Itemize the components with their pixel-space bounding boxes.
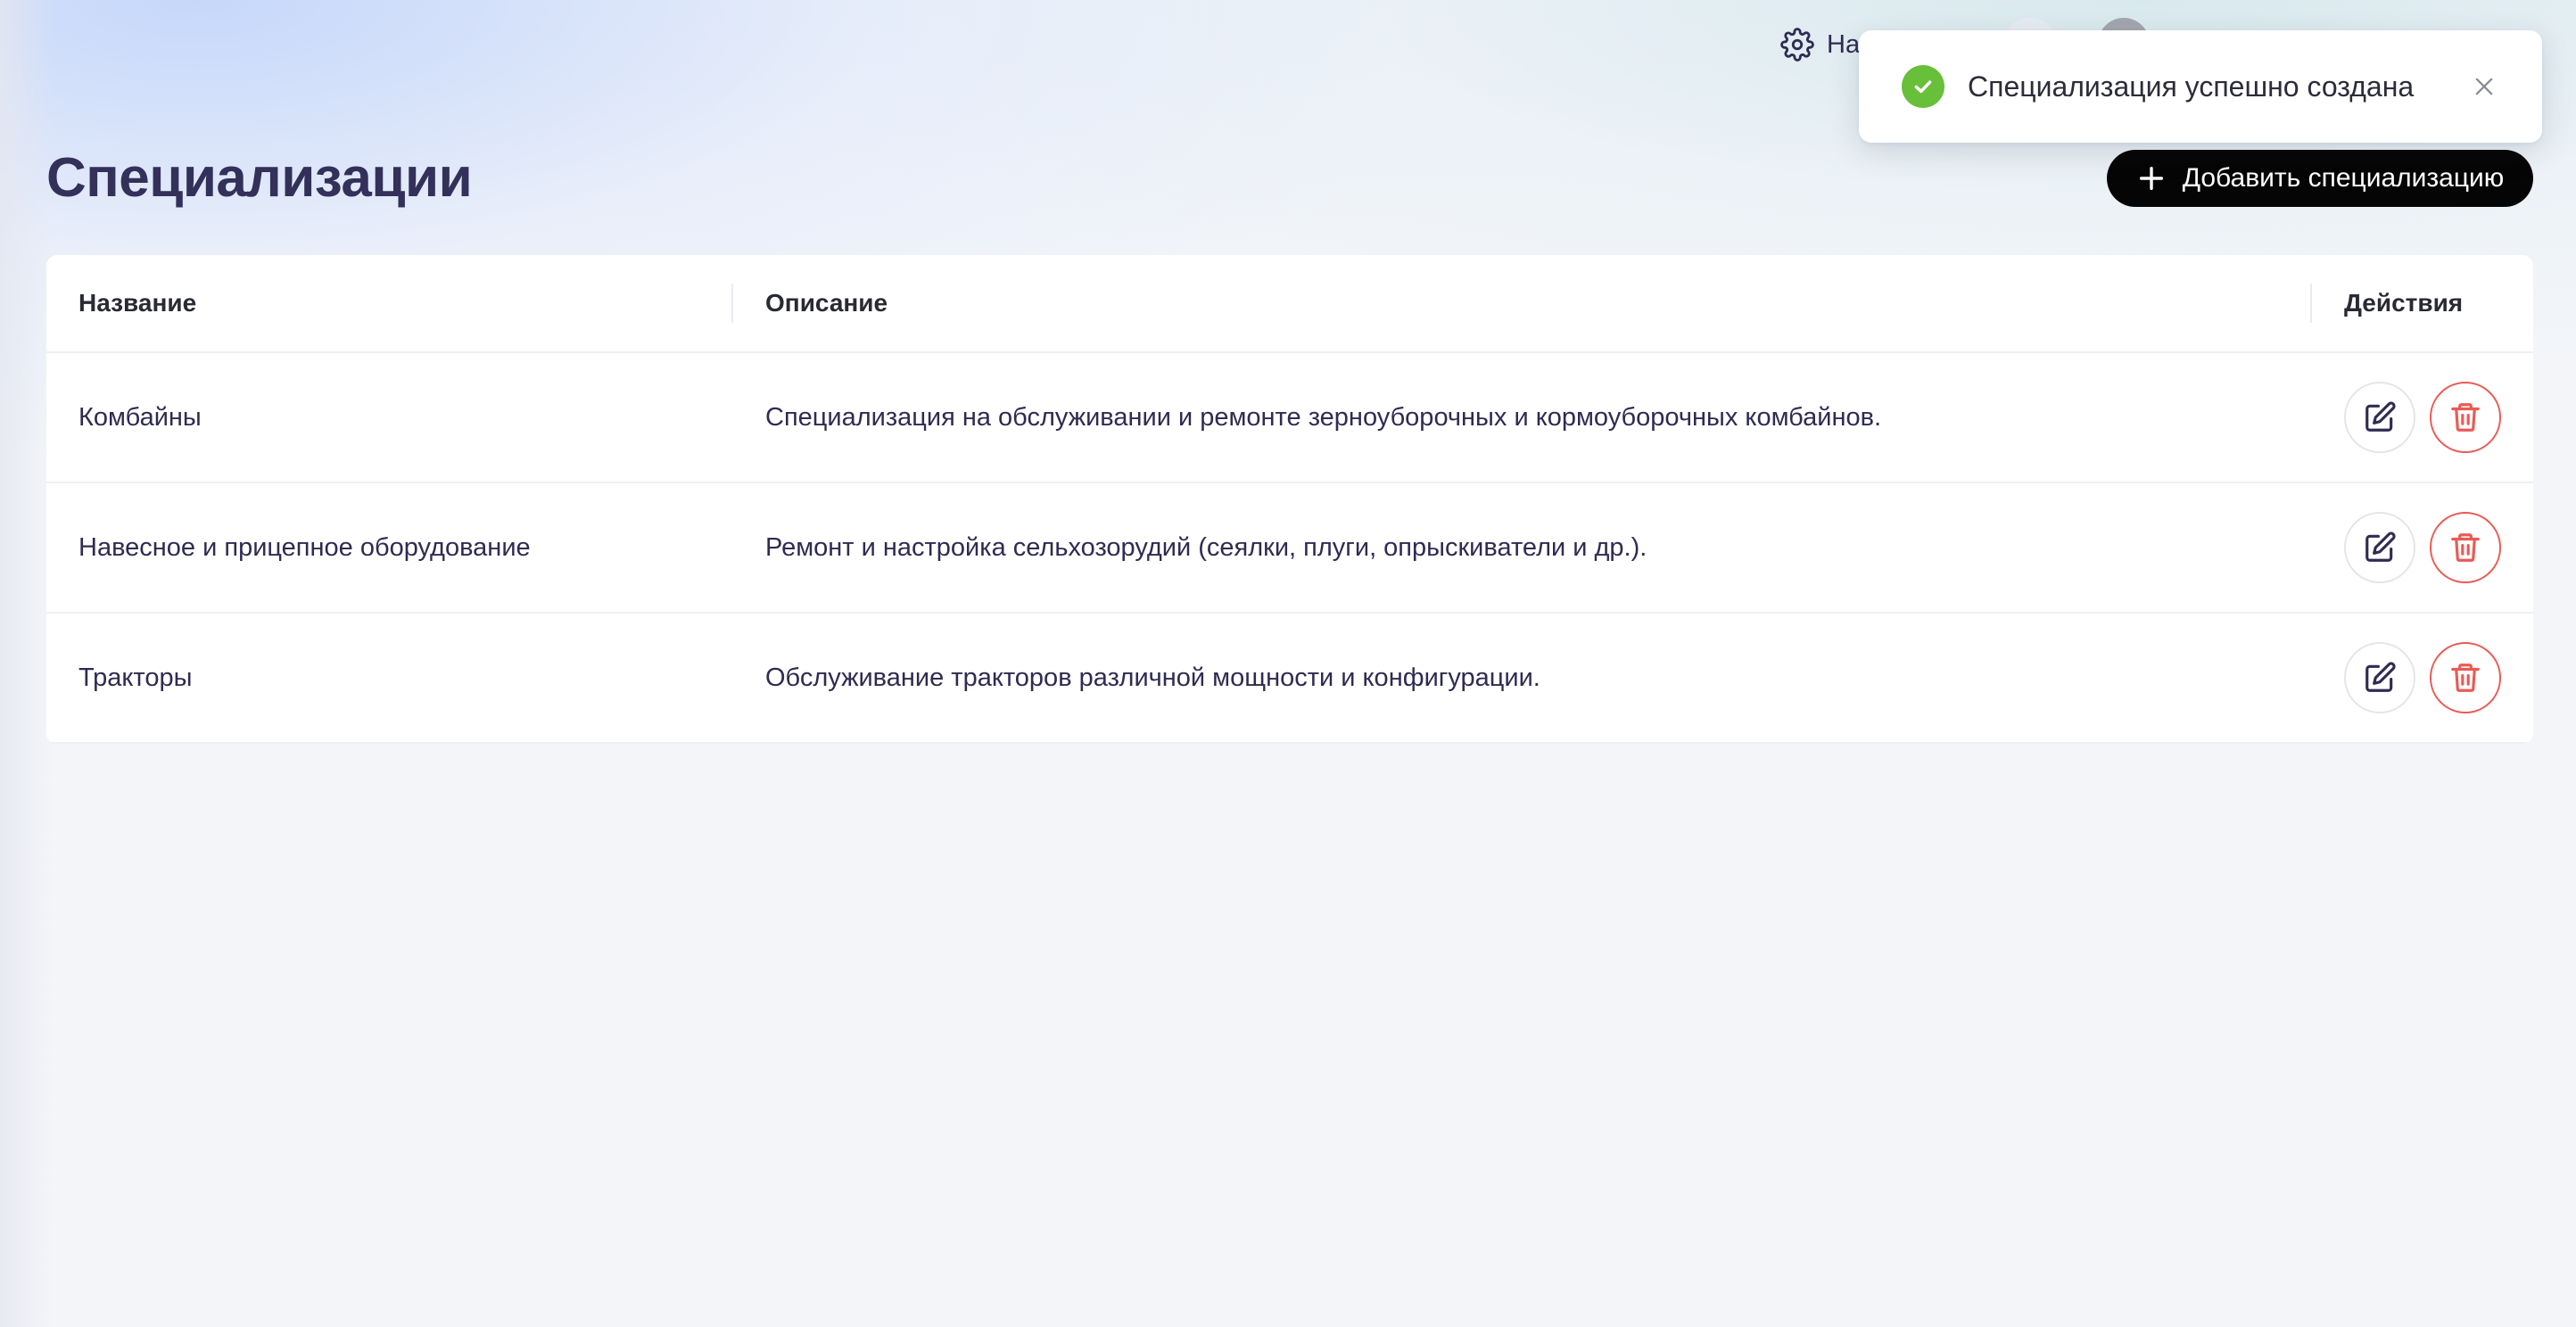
add-specialization-button[interactable]: Добавить специализацию bbox=[2107, 150, 2533, 207]
trash-icon bbox=[2448, 400, 2482, 434]
trash-icon bbox=[2448, 661, 2482, 695]
page-title: Специализации bbox=[46, 147, 473, 209]
delete-button[interactable] bbox=[2430, 642, 2501, 713]
row-name: Комбайны bbox=[78, 402, 202, 432]
row-name: Навесное и прицепное оборудование bbox=[78, 532, 531, 562]
toast-message: Специализация успешно создана bbox=[1968, 70, 2415, 103]
pencil-square-icon bbox=[2363, 400, 2397, 434]
close-icon[interactable] bbox=[2471, 73, 2498, 100]
plus-icon bbox=[2136, 163, 2167, 194]
pencil-square-icon bbox=[2363, 661, 2397, 695]
table-header: Название Описание Действия bbox=[46, 255, 2533, 353]
column-header-actions: Действия bbox=[2344, 289, 2464, 317]
trash-icon bbox=[2448, 531, 2482, 565]
row-description: Специализация на обслуживании и ремонте … bbox=[765, 402, 1882, 432]
delete-button[interactable] bbox=[2430, 382, 2501, 453]
check-circle-icon bbox=[1902, 65, 1944, 108]
settings-label: На bbox=[1827, 29, 1861, 59]
row-description: Ремонт и настройка сельхозорудий (сеялки… bbox=[765, 532, 1647, 562]
edit-button[interactable] bbox=[2344, 512, 2415, 583]
row-actions bbox=[2344, 353, 2501, 482]
row-actions bbox=[2344, 614, 2501, 742]
column-divider bbox=[731, 284, 733, 323]
success-toast: Специализация успешно создана bbox=[1859, 30, 2542, 143]
column-header-name[interactable]: Название bbox=[78, 255, 196, 351]
delete-button[interactable] bbox=[2430, 512, 2501, 583]
row-actions bbox=[2344, 483, 2501, 612]
table-row[interactable]: Тракторы Обслуживание тракторов различно… bbox=[46, 614, 2533, 744]
row-name: Тракторы bbox=[78, 663, 193, 692]
row-description: Обслуживание тракторов различной мощност… bbox=[765, 663, 1540, 692]
pencil-square-icon bbox=[2363, 531, 2397, 565]
edit-button[interactable] bbox=[2344, 642, 2415, 713]
specializations-table: Название Описание Действия Комбайны Спец… bbox=[46, 255, 2533, 744]
add-button-label: Добавить специализацию bbox=[2182, 163, 2505, 193]
table-row[interactable]: Комбайны Специализация на обслуживании и… bbox=[46, 353, 2533, 483]
edit-button[interactable] bbox=[2344, 382, 2415, 453]
column-header-description[interactable]: Описание bbox=[765, 255, 888, 351]
column-divider bbox=[2310, 284, 2312, 323]
gear-icon bbox=[1780, 28, 1814, 62]
table-row[interactable]: Навесное и прицепное оборудование Ремонт… bbox=[46, 483, 2533, 614]
settings-link[interactable]: На bbox=[1780, 25, 1860, 64]
